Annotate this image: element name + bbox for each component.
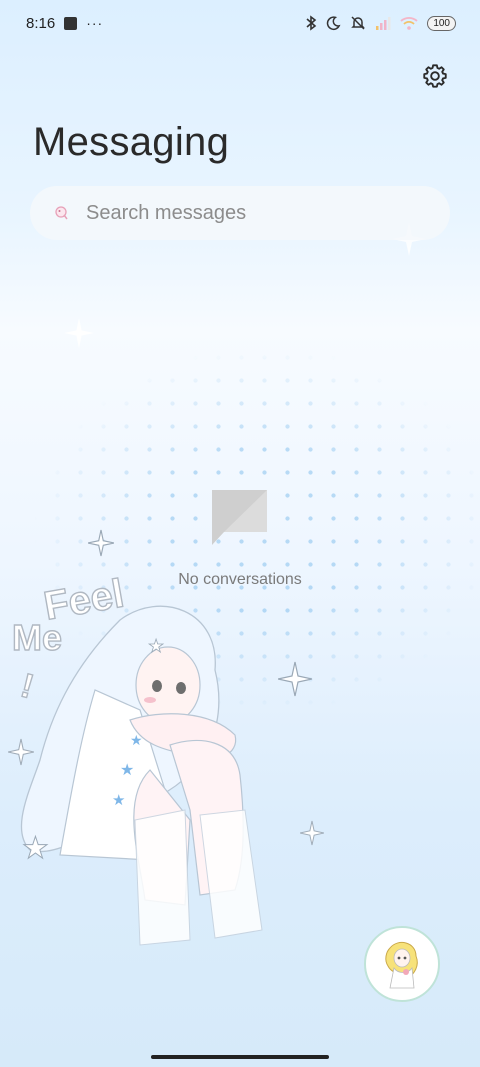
settings-button[interactable]	[418, 59, 452, 93]
chat-bubble-icon	[212, 490, 267, 545]
search-icon	[55, 206, 68, 220]
status-bar: 8:16 ··· 100	[0, 0, 480, 46]
gear-icon	[423, 64, 447, 88]
decoration-text-excl: !	[17, 667, 38, 707]
status-more-indicator: ···	[86, 15, 104, 31]
bluetooth-icon	[306, 15, 317, 31]
sparkle-icon	[88, 529, 114, 557]
wifi-icon	[400, 17, 418, 30]
home-indicator[interactable]	[151, 1055, 329, 1059]
svg-text:★: ★	[148, 636, 164, 657]
compose-avatar-icon	[385, 941, 418, 989]
moon-icon	[327, 16, 341, 30]
svg-text:★: ★	[112, 791, 125, 809]
girl-illustration: Feel Me ! ★ ★ ★ ★ ★	[11, 571, 263, 946]
signal-icon	[376, 17, 391, 30]
svg-text:★: ★	[22, 831, 49, 866]
battery-icon: 100	[427, 15, 456, 31]
status-time: 8:16	[26, 14, 56, 32]
compose-button[interactable]	[364, 926, 440, 1002]
app-notification-icon	[64, 16, 78, 30]
decoration-text-me: Me	[12, 617, 62, 658]
svg-text:★: ★	[130, 733, 143, 749]
search-input[interactable]	[84, 200, 408, 226]
page-title: Messaging	[33, 120, 230, 164]
svg-text:★: ★	[120, 760, 134, 779]
sparkle-icon	[64, 318, 94, 348]
bell-muted-icon	[351, 16, 366, 30]
search-bar[interactable]	[30, 186, 450, 240]
